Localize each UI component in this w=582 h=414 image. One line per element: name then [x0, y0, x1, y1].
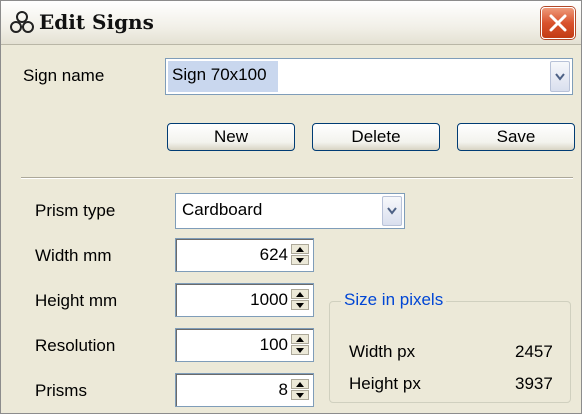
- new-button[interactable]: New: [167, 123, 295, 151]
- width-px-value: 2457: [515, 342, 553, 361]
- delete-button[interactable]: Delete: [312, 123, 440, 151]
- width-mm-increment[interactable]: [291, 244, 309, 254]
- prisms-value: 8: [278, 380, 288, 399]
- arrow-up-icon: [296, 292, 304, 297]
- chevron-down-icon: [555, 72, 565, 81]
- resolution-increment[interactable]: [291, 334, 309, 344]
- size-in-pixels-title: Size in pixels: [341, 290, 447, 310]
- height-px-value: 3937: [515, 374, 553, 393]
- height-mm-increment[interactable]: [291, 289, 309, 299]
- width-mm-decrement[interactable]: [291, 255, 309, 265]
- resolution-decrement[interactable]: [291, 345, 309, 355]
- prism-type-value: Cardboard: [182, 200, 263, 219]
- width-px-label: Width px: [349, 342, 416, 361]
- height-mm-decrement[interactable]: [291, 300, 309, 310]
- arrow-down-icon: [296, 303, 304, 308]
- height-px-label: Height px: [349, 374, 421, 393]
- prism-type-label: Prism type: [35, 201, 116, 220]
- resolution-label: Resolution: [35, 336, 116, 355]
- prisms-label: Prisms: [35, 381, 87, 400]
- height-mm-spinner[interactable]: 1000: [175, 283, 314, 317]
- height-mm-value: 1000: [250, 290, 288, 309]
- arrow-down-icon: [296, 348, 304, 353]
- height-mm-label: Height mm: [35, 291, 118, 310]
- prism-type-dropdown-button[interactable]: [382, 196, 402, 226]
- sign-name-dropdown-button[interactable]: [550, 61, 570, 92]
- arrow-up-icon: [296, 247, 304, 252]
- window-title: Edit Signs: [39, 10, 154, 34]
- close-icon: [549, 14, 567, 32]
- chevron-down-icon: [387, 207, 397, 215]
- resolution-value: 100: [259, 335, 288, 354]
- width-mm-label: Width mm: [35, 246, 112, 265]
- title-bar[interactable]: Edit Signs: [1, 1, 581, 45]
- arrow-down-icon: [296, 393, 304, 398]
- arrow-up-icon: [296, 382, 304, 387]
- signs-icon: [9, 10, 35, 36]
- sign-name-value: Sign 70x100: [172, 65, 267, 84]
- prisms-decrement[interactable]: [291, 390, 309, 400]
- divider: [21, 177, 573, 179]
- width-mm-value: 624: [259, 245, 288, 264]
- sign-name-dropdown[interactable]: Sign 70x100: [165, 58, 573, 95]
- resolution-spinner[interactable]: 100: [175, 328, 314, 362]
- prisms-spinner[interactable]: 8: [175, 373, 314, 407]
- arrow-down-icon: [296, 258, 304, 263]
- sign-name-label: Sign name: [23, 66, 105, 85]
- prisms-increment[interactable]: [291, 379, 309, 389]
- prism-type-dropdown[interactable]: Cardboard: [175, 193, 405, 229]
- edit-signs-window: Edit Signs Sign name Sign 70x100 New Del…: [0, 0, 582, 414]
- width-mm-spinner[interactable]: 624: [175, 238, 314, 272]
- save-button[interactable]: Save: [457, 123, 575, 151]
- close-button[interactable]: [541, 7, 575, 39]
- arrow-up-icon: [296, 337, 304, 342]
